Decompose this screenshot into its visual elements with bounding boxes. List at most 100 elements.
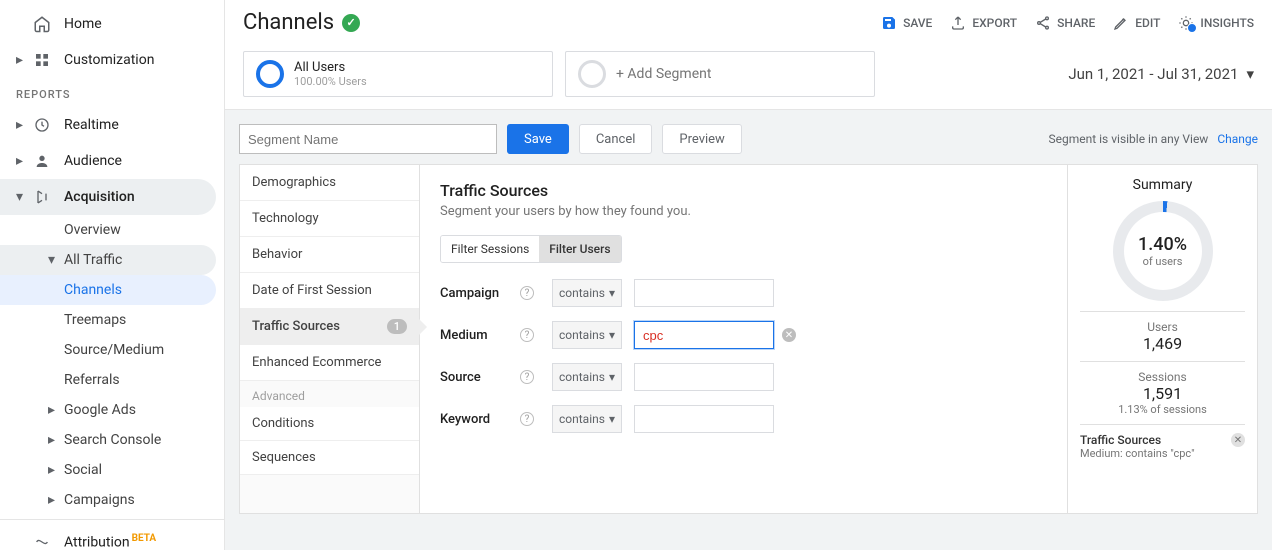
nav-google-ads[interactable]: ▸Google Ads xyxy=(0,395,224,425)
cancel-button[interactable]: Cancel xyxy=(579,124,653,154)
save-button[interactable]: Save xyxy=(507,124,569,154)
clock-icon xyxy=(32,115,52,135)
date-range-picker[interactable]: Jun 1, 2021 - Jul 31, 2021 ▾ xyxy=(1068,65,1254,83)
summary-filter-name: Traffic Sources xyxy=(1080,433,1245,447)
save-action[interactable]: SAVE xyxy=(881,15,932,31)
nav-attribution[interactable]: AttributionBETA xyxy=(0,524,224,560)
nav-customization-label: Customization xyxy=(64,52,154,68)
add-segment[interactable]: + Add Segment xyxy=(565,51,875,97)
cat-behavior[interactable]: Behavior xyxy=(240,237,419,273)
help-icon[interactable]: ? xyxy=(520,370,534,384)
nav-all-traffic[interactable]: ▾All Traffic xyxy=(0,245,216,275)
chevron-right-icon: ▸ xyxy=(48,432,60,448)
count-pill: 1 xyxy=(387,319,407,334)
chevron-right-icon: ▸ xyxy=(48,492,60,508)
nav-realtime-label: Realtime xyxy=(64,117,119,133)
cat-traffic-sources[interactable]: Traffic Sources 1 xyxy=(240,309,419,345)
label-source: Source xyxy=(440,370,520,385)
nav-acquisition-label: Acquisition xyxy=(64,189,135,205)
segment-subtitle: 100.00% Users xyxy=(294,75,367,88)
chevron-down-icon: ▾ xyxy=(16,189,28,205)
preview-button[interactable]: Preview xyxy=(662,124,741,154)
page-title: Channels xyxy=(243,10,334,35)
users-label: Users xyxy=(1080,320,1245,334)
chevron-down-icon: ▾ xyxy=(609,328,615,342)
input-source[interactable] xyxy=(634,363,774,391)
cat-conditions[interactable]: Conditions xyxy=(240,407,419,441)
cat-demographics[interactable]: Demographics xyxy=(240,165,419,201)
nav-treemaps[interactable]: Treemaps xyxy=(0,305,224,335)
op-keyword[interactable]: contains▾ xyxy=(552,405,622,433)
segment-builder-toolbar: Save Cancel Preview Segment is visible i… xyxy=(239,124,1258,154)
op-campaign[interactable]: contains▾ xyxy=(552,279,622,307)
remove-filter-icon[interactable]: ✕ xyxy=(1231,433,1245,447)
person-icon xyxy=(32,151,52,171)
help-icon[interactable]: ? xyxy=(520,328,534,342)
nav-home[interactable]: Home xyxy=(0,6,224,42)
export-action[interactable]: EXPORT xyxy=(950,15,1017,31)
summary-of-users: of users xyxy=(1143,255,1183,268)
filter-scope-toggle: Filter Sessions Filter Users xyxy=(440,235,622,263)
attribution-icon xyxy=(32,532,52,552)
filter-sessions-tab[interactable]: Filter Sessions xyxy=(441,236,539,262)
chevron-down-icon: ▾ xyxy=(48,252,60,268)
left-sidebar: Home ▸ Customization REPORTS ▸ Realtime … xyxy=(0,0,225,550)
nav-customization[interactable]: ▸ Customization xyxy=(0,42,224,78)
nav-campaigns[interactable]: ▸Campaigns xyxy=(0,485,224,515)
nav-home-label: Home xyxy=(64,16,102,32)
cat-enhanced-ecommerce[interactable]: Enhanced Ecommerce xyxy=(240,345,419,381)
save-icon xyxy=(881,15,897,31)
change-visibility-link[interactable]: Change xyxy=(1217,132,1258,146)
insights-action[interactable]: INSIGHTS xyxy=(1178,15,1254,31)
builder-category-sidebar: Demographics Technology Behavior Date of… xyxy=(240,165,420,513)
input-keyword[interactable] xyxy=(634,405,774,433)
nav-social[interactable]: ▸Social xyxy=(0,455,224,485)
cat-date-first-session[interactable]: Date of First Session xyxy=(240,273,419,309)
visibility-text: Segment is visible in any View Change xyxy=(1048,132,1258,146)
segment-all-users[interactable]: All Users 100.00% Users xyxy=(243,51,553,97)
summary-donut: 1.40% of users xyxy=(1113,201,1213,301)
nav-realtime[interactable]: ▸ Realtime xyxy=(0,107,224,143)
summary-percent: 1.40% xyxy=(1138,234,1187,255)
share-action[interactable]: SHARE xyxy=(1035,15,1095,31)
nav-referrals[interactable]: Referrals xyxy=(0,365,224,395)
summary-filter-desc: Medium: contains "cpc" xyxy=(1080,447,1245,460)
filter-users-tab[interactable]: Filter Users xyxy=(539,236,620,262)
sessions-value: 1,591 xyxy=(1080,384,1245,403)
help-icon[interactable]: ? xyxy=(520,412,534,426)
nav-search-console[interactable]: ▸Search Console xyxy=(0,425,224,455)
row-campaign: Campaign ? contains▾ xyxy=(440,279,1047,307)
chevron-right-icon: ▸ xyxy=(48,462,60,478)
input-campaign[interactable] xyxy=(634,279,774,307)
verified-shield-icon: ✓ xyxy=(342,14,360,32)
cat-technology[interactable]: Technology xyxy=(240,201,419,237)
nav-source-medium[interactable]: Source/Medium xyxy=(0,335,224,365)
nav-acquisition[interactable]: ▾ Acquisition xyxy=(0,179,216,215)
summary-panel: Summary 1.40% of users Users 1,469 Sessi… xyxy=(1067,165,1257,513)
label-campaign: Campaign xyxy=(440,286,520,301)
clear-icon[interactable]: ✕ xyxy=(782,328,796,342)
nav-channels[interactable]: Channels xyxy=(0,275,216,305)
export-icon xyxy=(950,15,966,31)
summary-filter: Traffic Sources Medium: contains "cpc" ✕ xyxy=(1080,424,1245,468)
main-content: Channels ✓ SAVE EXPORT SHARE EDIT xyxy=(225,0,1272,550)
chevron-right-icon: ▸ xyxy=(16,117,28,133)
nav-reports-heading: REPORTS xyxy=(0,78,224,107)
nav-overview[interactable]: Overview xyxy=(0,215,224,245)
help-icon[interactable]: ? xyxy=(520,286,534,300)
chevron-right-icon: ▸ xyxy=(48,402,60,418)
label-keyword: Keyword xyxy=(440,412,520,427)
insights-icon xyxy=(1178,15,1194,31)
cat-sequences[interactable]: Sequences xyxy=(240,441,419,475)
input-medium[interactable] xyxy=(634,321,774,349)
dashboard-icon xyxy=(32,50,52,70)
chevron-down-icon: ▾ xyxy=(609,370,615,384)
op-medium[interactable]: contains▾ xyxy=(552,321,622,349)
titlebar: Channels ✓ SAVE EXPORT SHARE EDIT xyxy=(225,0,1272,43)
edit-action[interactable]: EDIT xyxy=(1113,15,1160,31)
nav-audience[interactable]: ▸ Audience xyxy=(0,143,224,179)
home-icon xyxy=(32,14,52,34)
users-value: 1,469 xyxy=(1080,334,1245,353)
segment-name-input[interactable] xyxy=(239,124,497,154)
op-source[interactable]: contains▾ xyxy=(552,363,622,391)
